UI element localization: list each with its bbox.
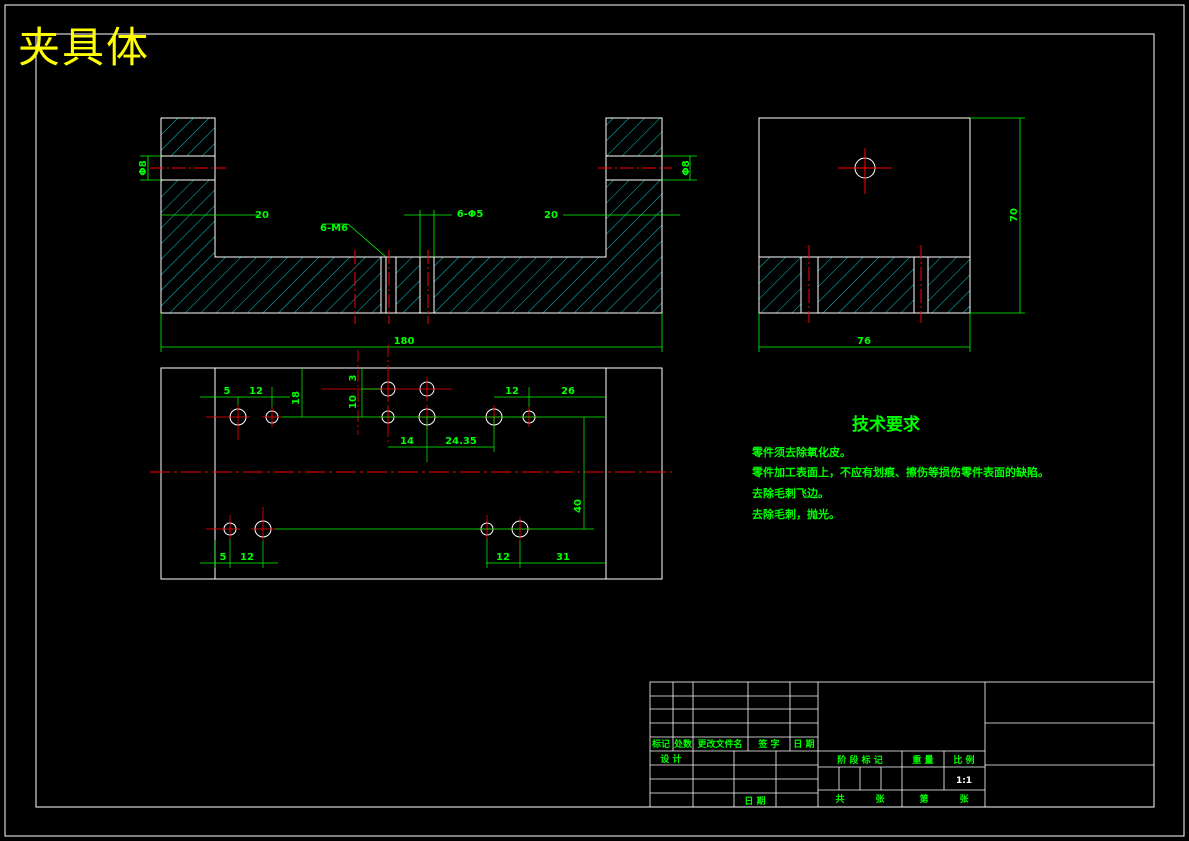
dim-overall-length: 180 bbox=[394, 336, 415, 347]
side-view bbox=[758, 117, 971, 323]
dimension-label: 12 bbox=[240, 552, 254, 563]
tb-sheets: 张 bbox=[875, 793, 885, 805]
tech-requirement-item: 去除毛刺，抛光。 bbox=[752, 508, 840, 521]
tb-header-count: 处数 bbox=[673, 738, 693, 750]
holes bbox=[223, 381, 536, 538]
tb-sheets-total: 共 bbox=[835, 793, 844, 805]
dimension-label: 12 bbox=[496, 552, 510, 563]
dimension-label: 24.35 bbox=[445, 436, 477, 447]
dimension-label: 31 bbox=[556, 552, 570, 563]
tb-stage: 阶 段 标 记 bbox=[837, 754, 882, 766]
tech-requirement-item: 零件须去除氧化皮。 bbox=[752, 446, 851, 459]
label-thread: 6-M6 bbox=[320, 223, 348, 234]
tb-header-sign: 签 字 bbox=[757, 738, 779, 750]
tb-scale-label: 比 例 bbox=[953, 754, 974, 766]
dim-right-slot: 20 bbox=[544, 210, 558, 221]
drawing-title: 夹具体 bbox=[18, 23, 151, 72]
tb-design: 设 计 bbox=[660, 753, 681, 765]
dimension-label: 5 bbox=[224, 386, 231, 397]
cad-drawing: 180 20 20 6-M6 6-Φ5 Φ8 Φ8 76 70 5 12 18 … bbox=[4, 4, 1185, 837]
dim-side-width: 76 bbox=[857, 336, 871, 347]
top-view: 5 12 18 3 10 12 26 14 24.35 40 5 12 12 3… bbox=[150, 345, 672, 580]
tb-scale-value: 1:1 bbox=[956, 776, 972, 786]
dim-left-slot: 20 bbox=[255, 210, 269, 221]
tb-header-doc: 更改文件名 bbox=[697, 738, 742, 750]
dimension-label: 5 bbox=[220, 552, 227, 563]
dim-right-hole: Φ8 bbox=[681, 160, 692, 176]
tb-header-mark: 标记 bbox=[651, 738, 670, 750]
tb-weight: 重 量 bbox=[912, 754, 933, 766]
front-view bbox=[150, 117, 672, 324]
dimension-label: 3 bbox=[348, 374, 359, 381]
tech-requirement-item: 零件加工表面上，不应有划痕、擦伤等损伤零件表面的缺陷。 bbox=[752, 466, 1049, 479]
label-holes: 6-Φ5 bbox=[457, 209, 484, 220]
dimension-label: 14 bbox=[400, 436, 414, 447]
dimension-label: 12 bbox=[249, 386, 263, 397]
tech-requirement-item: 去除毛刺飞边。 bbox=[752, 487, 829, 500]
tb-date: 日 期 bbox=[744, 795, 765, 807]
dimension-label: 40 bbox=[573, 499, 584, 513]
tech-requirements-heading: 技术要求 bbox=[852, 415, 920, 435]
side-view-dimensions bbox=[758, 117, 1025, 352]
dimension-label: 10 bbox=[348, 395, 359, 409]
tb-header-date: 日 期 bbox=[793, 738, 814, 750]
dimension-label: 12 bbox=[505, 386, 519, 397]
tb-sheet: 张 bbox=[959, 793, 969, 805]
dim-left-hole: Φ8 bbox=[138, 160, 149, 176]
dim-side-height: 70 bbox=[1009, 208, 1020, 222]
dimension-label: 18 bbox=[291, 391, 302, 405]
dimension-label: 26 bbox=[561, 386, 575, 397]
tb-sheet-no: 第 bbox=[919, 793, 928, 805]
